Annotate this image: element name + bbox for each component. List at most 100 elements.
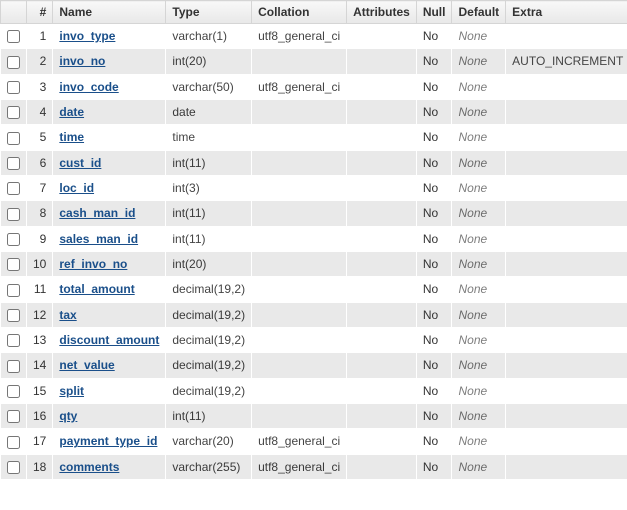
header-collation[interactable]: Collation <box>252 1 347 24</box>
column-null: No <box>416 201 452 226</box>
row-number: 4 <box>27 99 53 124</box>
column-name-link[interactable]: split <box>59 384 84 398</box>
row-checkbox[interactable] <box>7 56 20 69</box>
row-checkbox[interactable] <box>7 258 20 271</box>
column-null: No <box>416 125 452 150</box>
table-row: 10ref_invo_noint(20)NoNone <box>1 251 627 276</box>
row-number: 7 <box>27 175 53 200</box>
table-row: 16qtyint(11)NoNone <box>1 403 627 428</box>
column-collation <box>252 125 347 150</box>
table-row: 11total_amountdecimal(19,2)NoNone <box>1 277 627 302</box>
column-name-cell: split <box>53 378 166 403</box>
table-row: 7loc_idint(3)NoNone <box>1 175 627 200</box>
column-name-link[interactable]: payment_type_id <box>59 434 157 448</box>
header-null[interactable]: Null <box>416 1 452 24</box>
row-checkbox[interactable] <box>7 208 20 221</box>
header-type[interactable]: Type <box>166 1 252 24</box>
column-name-link[interactable]: date <box>59 105 84 119</box>
column-type: int(11) <box>166 150 252 175</box>
row-number: 15 <box>27 378 53 403</box>
row-number: 3 <box>27 74 53 99</box>
row-checkbox[interactable] <box>7 309 20 322</box>
row-checkbox[interactable] <box>7 360 20 373</box>
column-name-cell: sales_man_id <box>53 226 166 251</box>
column-type: date <box>166 99 252 124</box>
column-collation <box>252 403 347 428</box>
column-name-link[interactable]: cash_man_id <box>59 206 135 220</box>
column-type: int(20) <box>166 49 252 74</box>
column-name-link[interactable]: comments <box>59 460 119 474</box>
column-name-link[interactable]: net_value <box>59 358 114 372</box>
row-checkbox[interactable] <box>7 436 20 449</box>
column-null: No <box>416 277 452 302</box>
row-checkbox[interactable] <box>7 233 20 246</box>
column-collation <box>252 327 347 352</box>
table-row: 2invo_noint(20)NoNoneAUTO_INCREMENT <box>1 49 627 74</box>
column-name-link[interactable]: time <box>59 130 84 144</box>
row-checkbox[interactable] <box>7 182 20 195</box>
row-checkbox-cell <box>1 302 27 327</box>
column-type: decimal(19,2) <box>166 302 252 327</box>
row-checkbox[interactable] <box>7 385 20 398</box>
row-checkbox[interactable] <box>7 334 20 347</box>
row-checkbox-cell <box>1 403 27 428</box>
column-name-link[interactable]: invo_code <box>59 80 118 94</box>
row-checkbox[interactable] <box>7 461 20 474</box>
row-number: 9 <box>27 226 53 251</box>
column-attributes <box>347 150 417 175</box>
column-collation <box>252 353 347 378</box>
column-null: No <box>416 403 452 428</box>
column-collation <box>252 175 347 200</box>
column-extra: AUTO_INCREMENT <box>506 49 627 74</box>
column-name-cell: ref_invo_no <box>53 251 166 276</box>
row-number: 2 <box>27 49 53 74</box>
column-null: No <box>416 302 452 327</box>
row-number: 18 <box>27 454 53 479</box>
column-name-link[interactable]: invo_type <box>59 29 115 43</box>
column-name-cell: net_value <box>53 353 166 378</box>
row-checkbox[interactable] <box>7 106 20 119</box>
row-checkbox[interactable] <box>7 132 20 145</box>
column-extra <box>506 353 627 378</box>
row-checkbox[interactable] <box>7 81 20 94</box>
row-checkbox[interactable] <box>7 410 20 423</box>
column-name-cell: total_amount <box>53 277 166 302</box>
table-row: 9sales_man_idint(11)NoNone <box>1 226 627 251</box>
column-null: No <box>416 327 452 352</box>
header-num[interactable]: # <box>27 1 53 24</box>
column-name-link[interactable]: loc_id <box>59 181 94 195</box>
column-collation <box>252 150 347 175</box>
row-checkbox[interactable] <box>7 284 20 297</box>
column-collation <box>252 277 347 302</box>
column-name-link[interactable]: tax <box>59 308 76 322</box>
column-default: None <box>452 49 506 74</box>
header-attributes[interactable]: Attributes <box>347 1 417 24</box>
column-null: No <box>416 24 452 49</box>
row-checkbox-cell <box>1 125 27 150</box>
column-default: None <box>452 150 506 175</box>
column-name-link[interactable]: ref_invo_no <box>59 257 127 271</box>
column-name-link[interactable]: invo_no <box>59 54 105 68</box>
column-default: None <box>452 251 506 276</box>
table-row: 15splitdecimal(19,2)NoNone <box>1 378 627 403</box>
header-extra[interactable]: Extra <box>506 1 627 24</box>
row-checkbox[interactable] <box>7 157 20 170</box>
row-number: 17 <box>27 429 53 454</box>
row-checkbox-cell <box>1 251 27 276</box>
column-default: None <box>452 74 506 99</box>
column-attributes <box>347 454 417 479</box>
column-type: varchar(50) <box>166 74 252 99</box>
row-checkbox[interactable] <box>7 30 20 43</box>
header-name[interactable]: Name <box>53 1 166 24</box>
column-type: int(11) <box>166 226 252 251</box>
column-attributes <box>347 74 417 99</box>
column-name-link[interactable]: cust_id <box>59 156 101 170</box>
column-default: None <box>452 226 506 251</box>
column-name-link[interactable]: total_amount <box>59 282 134 296</box>
column-name-link[interactable]: qty <box>59 409 77 423</box>
column-collation <box>252 302 347 327</box>
column-name-link[interactable]: sales_man_id <box>59 232 138 246</box>
column-name-link[interactable]: discount_amount <box>59 333 159 347</box>
header-default[interactable]: Default <box>452 1 506 24</box>
structure-table: # Name Type Collation Attributes Null De… <box>0 0 627 480</box>
